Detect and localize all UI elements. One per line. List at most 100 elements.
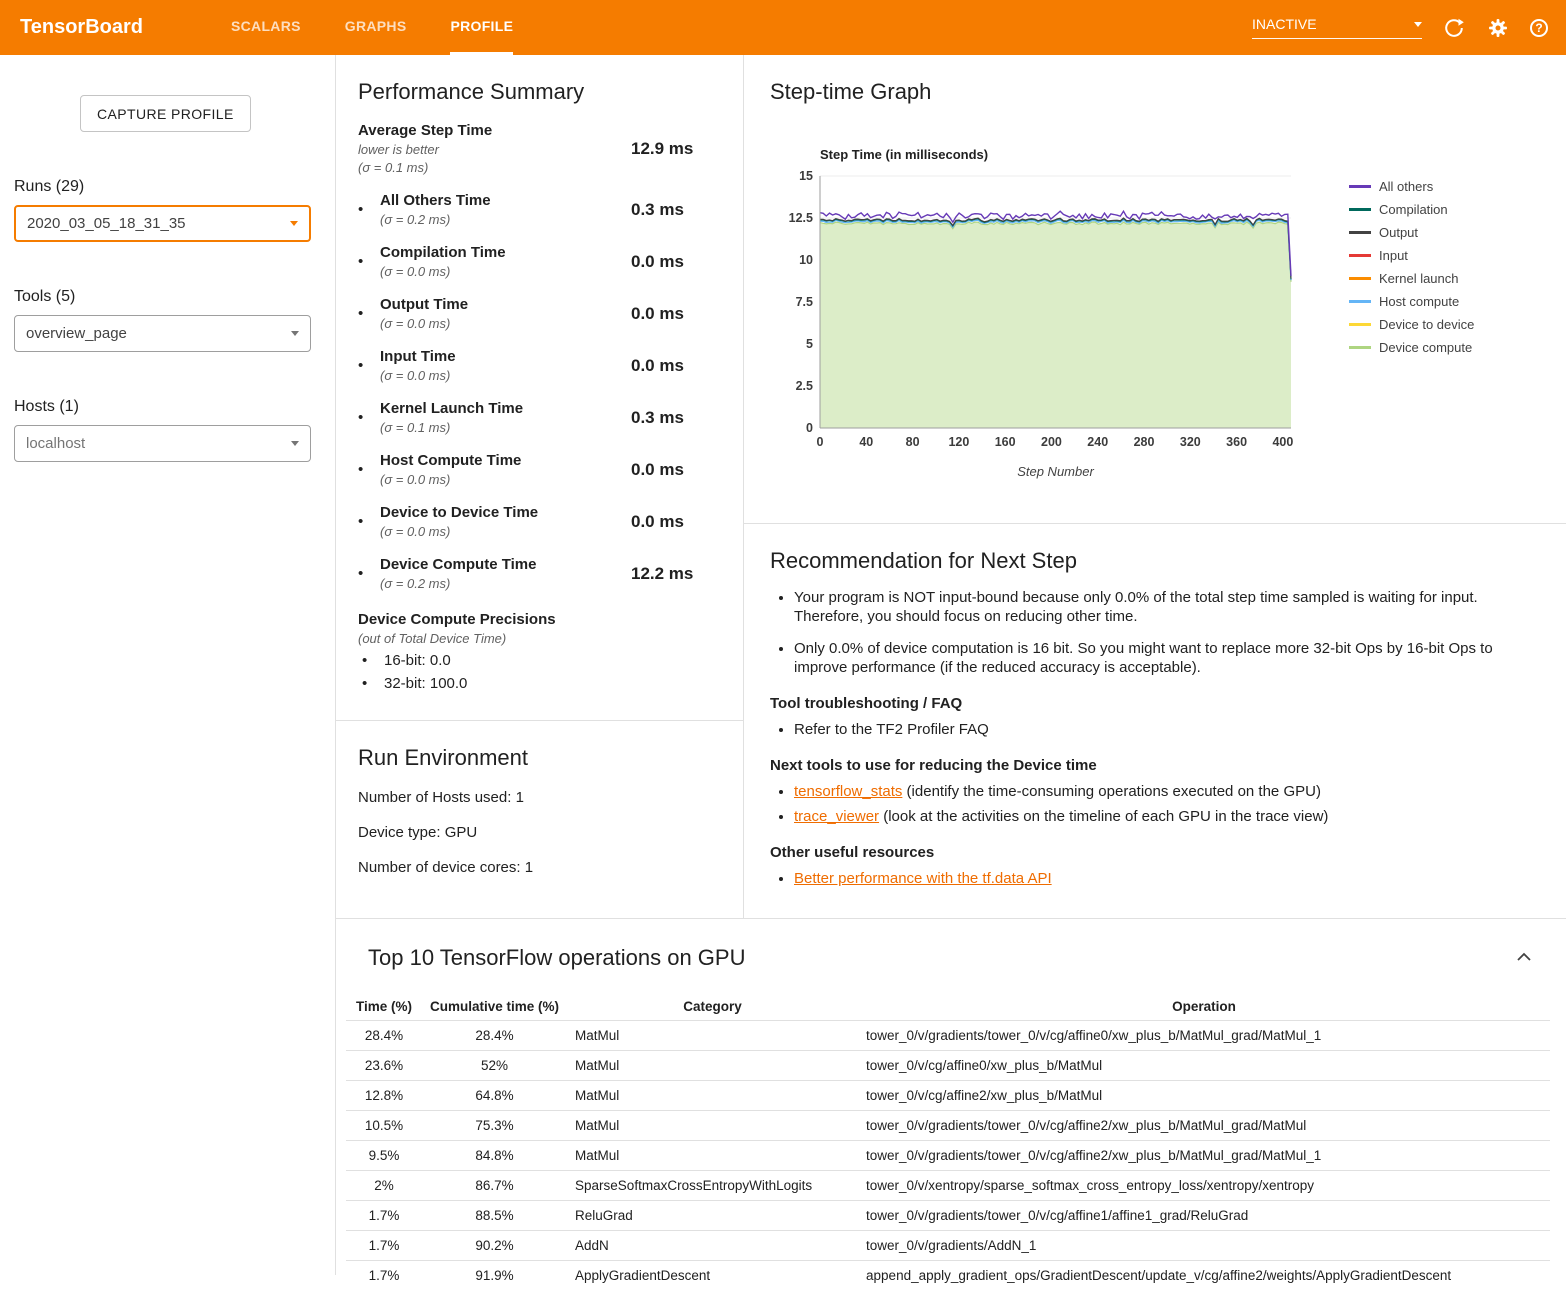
bullet-icon [358, 305, 380, 323]
header-actions: INACTIVE [1252, 0, 1548, 55]
faq-heading: Tool troubleshooting / FAQ [770, 695, 1532, 712]
legend-swatch [1349, 231, 1371, 234]
perf-summary-item: Output Time (σ = 0.0 ms) 0.0 ms [358, 296, 705, 331]
runs-select[interactable]: 2020_03_05_18_31_35 [14, 205, 311, 242]
settings-gear-icon[interactable] [1486, 16, 1510, 40]
bullet-icon [358, 461, 380, 479]
perf-item-label: Average Step Time [358, 122, 631, 139]
cell-time: 23.6% [346, 1051, 422, 1081]
refresh-icon[interactable] [1442, 16, 1466, 40]
legend-label: Input [1379, 248, 1408, 263]
tools-label: Tools (5) [14, 288, 335, 306]
chart-legend: All others Compilation Outpu [1349, 179, 1474, 479]
bullet-icon [358, 409, 380, 427]
col-header-operation: Operation [858, 993, 1550, 1021]
svg-text:280: 280 [1134, 435, 1155, 449]
runs-select-value: 2020_03_05_18_31_35 [27, 215, 186, 232]
top-ops-panel: Top 10 TensorFlow operations on GPU Time… [336, 918, 1566, 1290]
tools-select[interactable]: overview_page [14, 315, 311, 352]
legend-item: Input [1349, 248, 1474, 263]
perf-summary-item: All Others Time (σ = 0.2 ms) 0.3 ms [358, 192, 705, 227]
perf-item-label: Output Time [380, 296, 631, 313]
tab-graphs[interactable]: GRAPHS [345, 0, 407, 55]
legend-swatch [1349, 323, 1371, 326]
resource-link[interactable]: Better performance with the tf.data API [794, 870, 1052, 887]
tool-link[interactable]: trace_viewer [794, 808, 879, 825]
perf-summary-item: Input Time (σ = 0.0 ms) 0.0 ms [358, 348, 705, 383]
perf-item-value: 0.3 ms [631, 200, 705, 220]
perf-item-value: 12.2 ms [631, 564, 705, 584]
table-row: 28.4% 28.4% MatMul tower_0/v/gradients/t… [346, 1021, 1550, 1051]
legend-label: All others [1379, 179, 1433, 194]
col-header-cumulative: Cumulative time (%) [422, 993, 567, 1021]
perf-item-value: 0.0 ms [631, 304, 705, 324]
svg-text:0: 0 [817, 435, 824, 449]
tab-scalars[interactable]: SCALARS [231, 0, 301, 55]
perf-item-sigma: (σ = 0.0 ms) [380, 472, 631, 487]
help-icon[interactable]: ? [1530, 19, 1548, 37]
legend-swatch [1349, 185, 1371, 188]
chevron-up-icon[interactable] [1512, 945, 1536, 971]
cell-category: SparseSoftmaxCrossEntropyWithLogits [567, 1171, 858, 1201]
run-environment-line: Number of device cores: 1 [358, 859, 721, 876]
cell-category: MatMul [567, 1111, 858, 1141]
cell-category: ApplyGradientDescent [567, 1261, 858, 1290]
cell-cumulative: 52% [422, 1051, 567, 1081]
cell-cumulative: 88.5% [422, 1201, 567, 1231]
cell-category: MatMul [567, 1021, 858, 1051]
legend-swatch [1349, 208, 1371, 211]
chart-title: Step Time (in milliseconds) [820, 147, 1341, 162]
perf-item-sigma: (σ = 0.1 ms) [380, 420, 631, 435]
cell-operation: tower_0/v/cg/affine0/xw_plus_b/MatMul [858, 1051, 1550, 1081]
cell-time: 2% [346, 1171, 422, 1201]
tool-description: (look at the activities on the timeline … [879, 808, 1328, 825]
legend-label: Host compute [1379, 294, 1459, 309]
recommendation-bullet: Your program is NOT input-bound because … [794, 588, 1532, 626]
tab-profile[interactable]: PROFILE [450, 0, 513, 55]
legend-label: Kernel launch [1379, 271, 1459, 286]
cell-time: 10.5% [346, 1111, 422, 1141]
table-header-row: Time (%) Cumulative time (%) Category Op… [346, 993, 1550, 1021]
status-select[interactable]: INACTIVE [1252, 16, 1422, 39]
perf-item-value: 0.0 ms [631, 512, 705, 532]
precisions-label: Device Compute Precisions [358, 611, 705, 628]
perf-items: All Others Time (σ = 0.2 ms) 0.3 ms Comp… [358, 192, 705, 591]
legend-item: Output [1349, 225, 1474, 240]
table-row: 23.6% 52% MatMul tower_0/v/cg/affine0/xw… [346, 1051, 1550, 1081]
run-environment-line: Number of Hosts used: 1 [358, 789, 721, 806]
perf-summary-item: Host Compute Time (σ = 0.0 ms) 0.0 ms [358, 452, 705, 487]
runs-label: Runs (29) [14, 178, 335, 196]
table-row: 1.7% 91.9% ApplyGradientDescent append_a… [346, 1261, 1550, 1290]
legend-item: Host compute [1349, 294, 1474, 309]
nav-tabs: SCALARS GRAPHS PROFILE [209, 0, 535, 55]
table-row: 1.7% 88.5% ReluGrad tower_0/v/gradients/… [346, 1201, 1550, 1231]
cell-operation: tower_0/v/cg/affine2/xw_plus_b/MatMul [858, 1081, 1550, 1111]
svg-text:120: 120 [948, 435, 969, 449]
perf-item-value: 0.3 ms [631, 408, 705, 428]
cell-cumulative: 84.8% [422, 1141, 567, 1171]
hosts-select[interactable]: localhost [14, 425, 311, 462]
cell-cumulative: 28.4% [422, 1021, 567, 1051]
perf-summary-item: Device to Device Time (σ = 0.0 ms) 0.0 m… [358, 504, 705, 539]
legend-item: Device compute [1349, 340, 1474, 355]
precision-item: 16-bit: 0.0 [358, 652, 705, 669]
run-environment-panel: Run Environment Number of Hosts used: 1 … [336, 721, 743, 900]
step-time-chart: 02.557.51012.515040801201602002402803203… [770, 168, 1341, 450]
perf-item-sigma: (σ = 0.0 ms) [380, 316, 631, 331]
hosts-label: Hosts (1) [14, 398, 335, 416]
perf-summary-item: Kernel Launch Time (σ = 0.1 ms) 0.3 ms [358, 400, 705, 435]
cell-time: 1.7% [346, 1231, 422, 1261]
next-tools-list: tensorflow_stats (identify the time-cons… [770, 782, 1532, 826]
tool-link[interactable]: tensorflow_stats [794, 783, 902, 800]
cell-category: MatMul [567, 1051, 858, 1081]
perf-item-note: lower is better [358, 142, 631, 157]
capture-profile-button[interactable]: CAPTURE PROFILE [80, 95, 251, 132]
legend-swatch [1349, 277, 1371, 280]
top-ops-title: Top 10 TensorFlow operations on GPU [368, 945, 745, 971]
perf-item-label: All Others Time [380, 192, 631, 209]
resources-list: Better performance with the tf.data API [770, 869, 1532, 888]
svg-text:15: 15 [799, 169, 813, 183]
precisions-note: (out of Total Device Time) [358, 631, 705, 646]
recommendation-title: Recommendation for Next Step [770, 548, 1532, 574]
svg-text:2.5: 2.5 [796, 379, 813, 393]
